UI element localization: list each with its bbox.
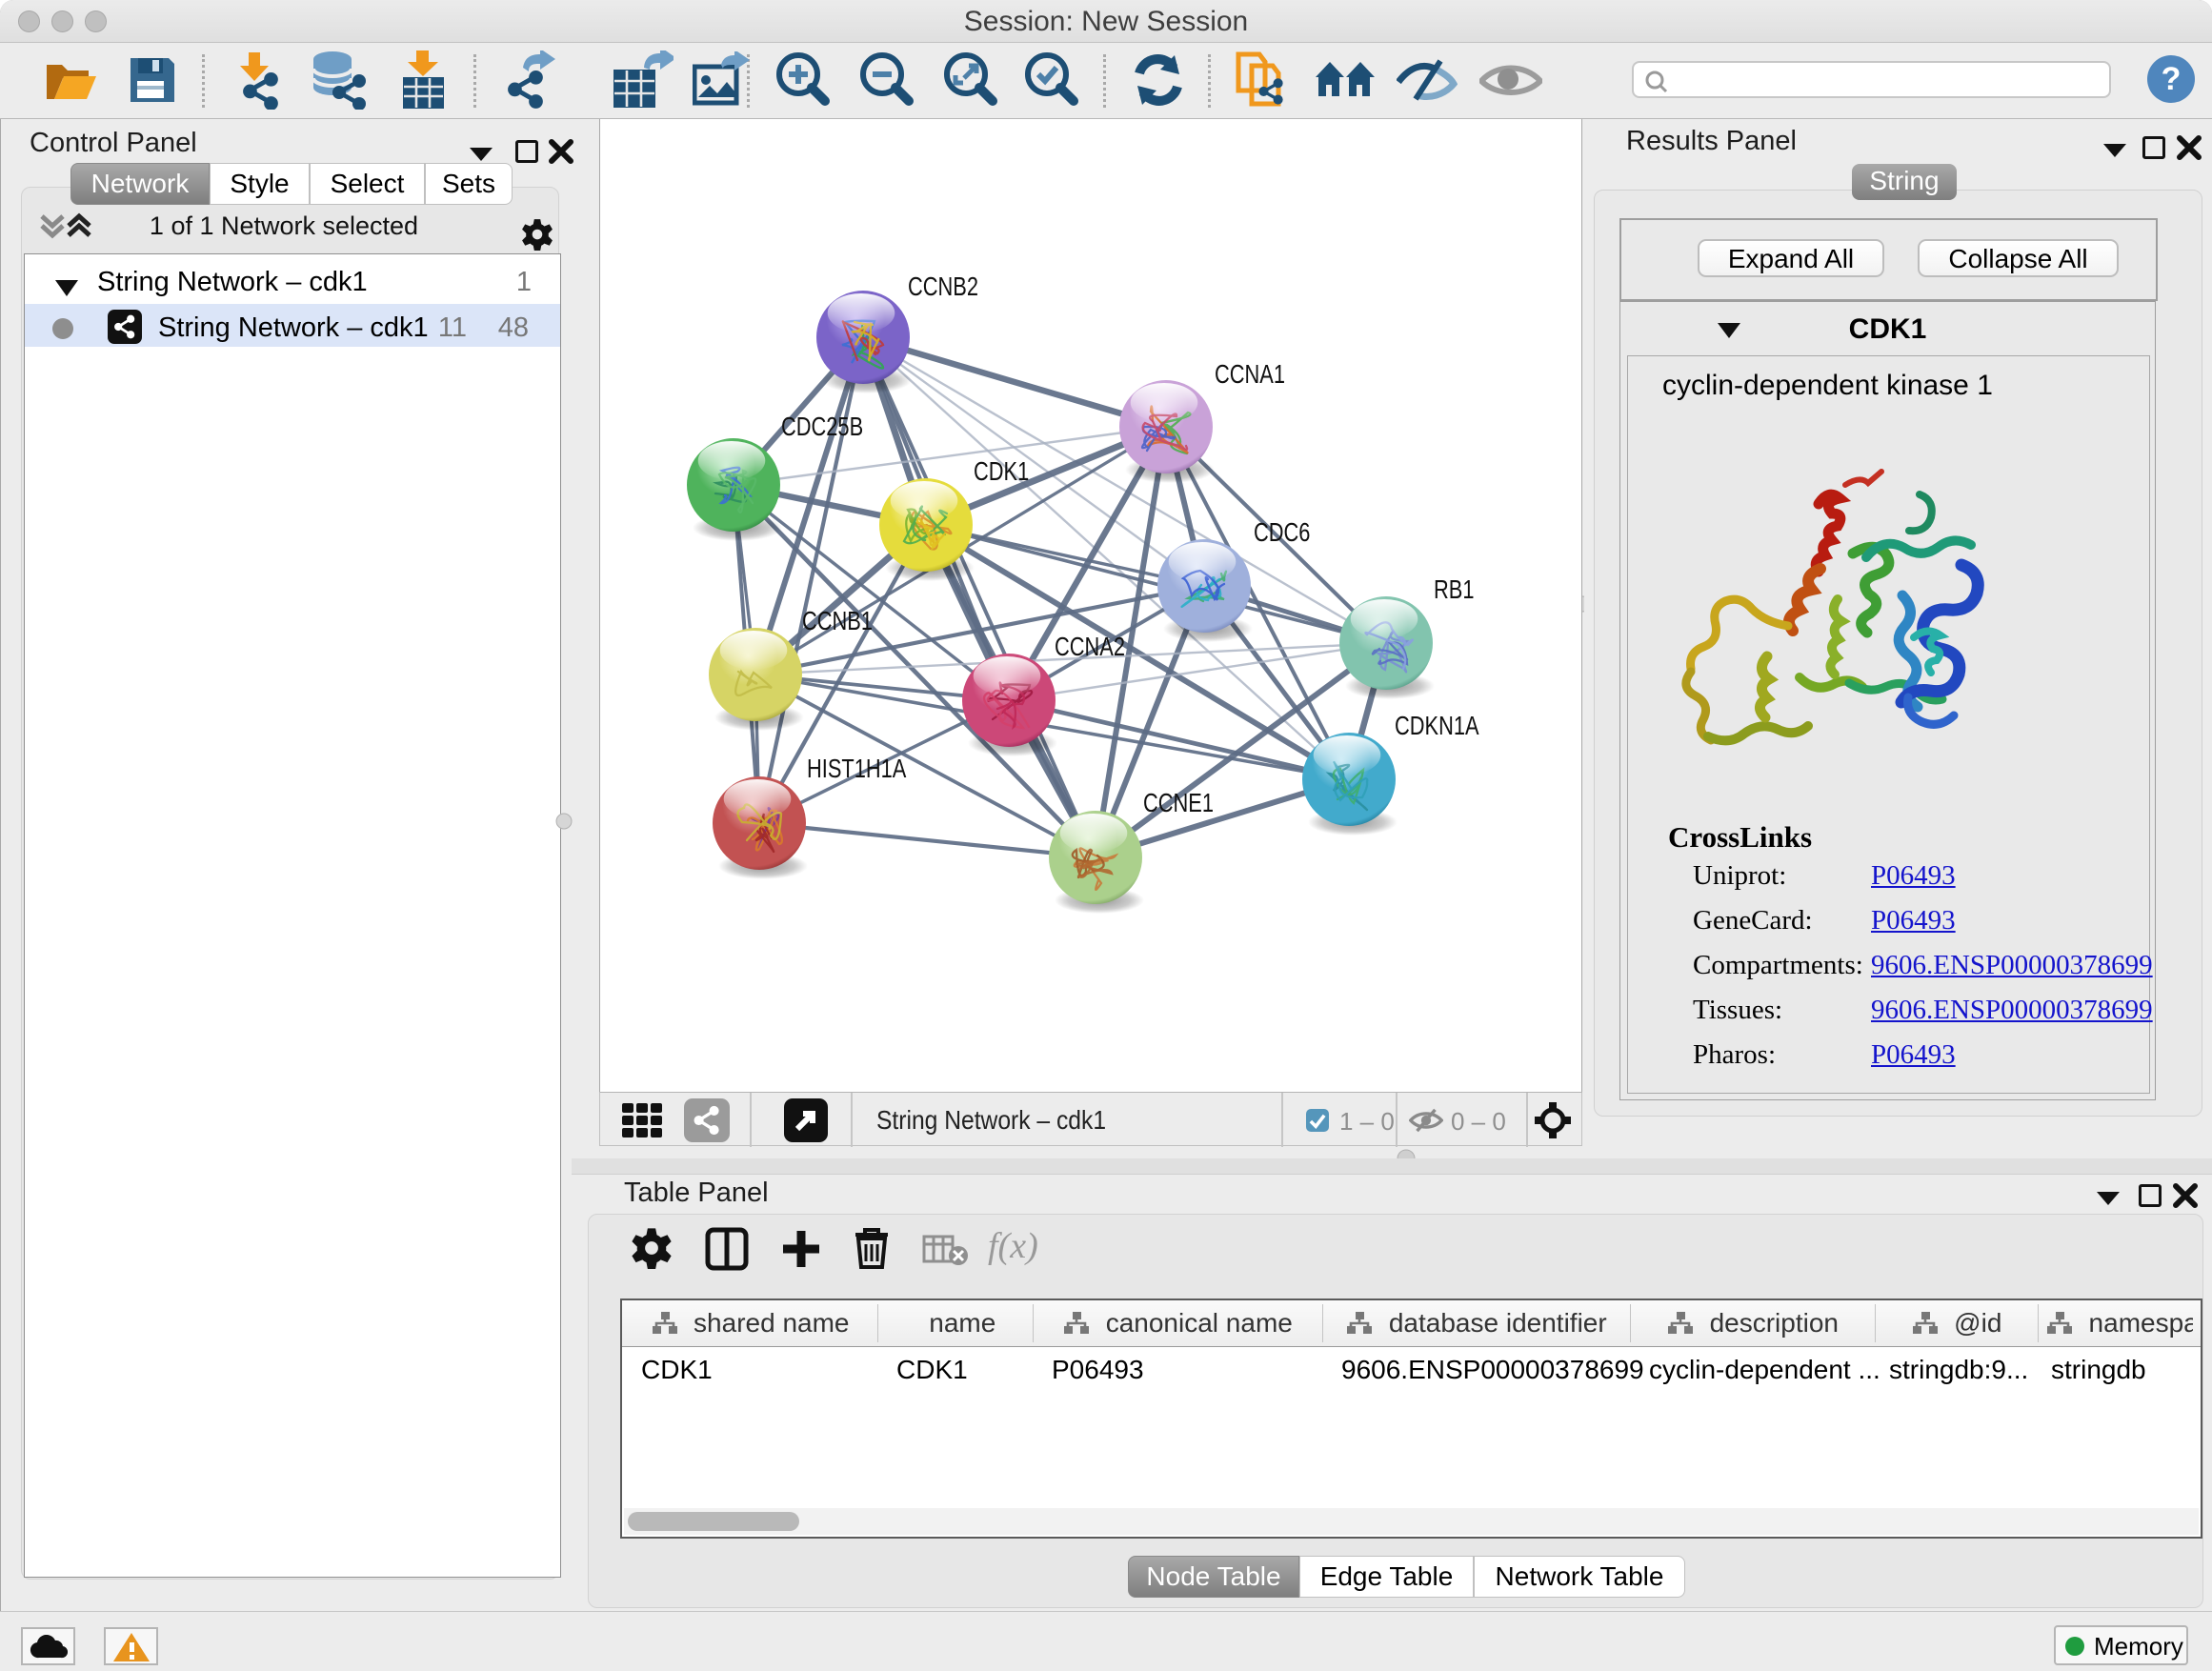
svg-text:?: ? [2162,61,2182,97]
svg-text:CDK1: CDK1 [974,456,1029,486]
svg-text:CCNA2: CCNA2 [1055,632,1125,661]
svg-text:CDC6: CDC6 [1254,517,1310,547]
svg-text:HIST1H1A: HIST1H1A [807,754,907,783]
svg-text:CCNB1: CCNB1 [802,606,873,635]
svg-text:CCNB2: CCNB2 [908,272,978,301]
svg-text:RB1: RB1 [1434,574,1474,604]
svg-text:CCNE1: CCNE1 [1143,788,1214,817]
svg-text:CDKN1A: CDKN1A [1395,711,1479,740]
svg-text:CDC25B: CDC25B [781,412,863,441]
svg-text:CCNA1: CCNA1 [1215,359,1285,389]
